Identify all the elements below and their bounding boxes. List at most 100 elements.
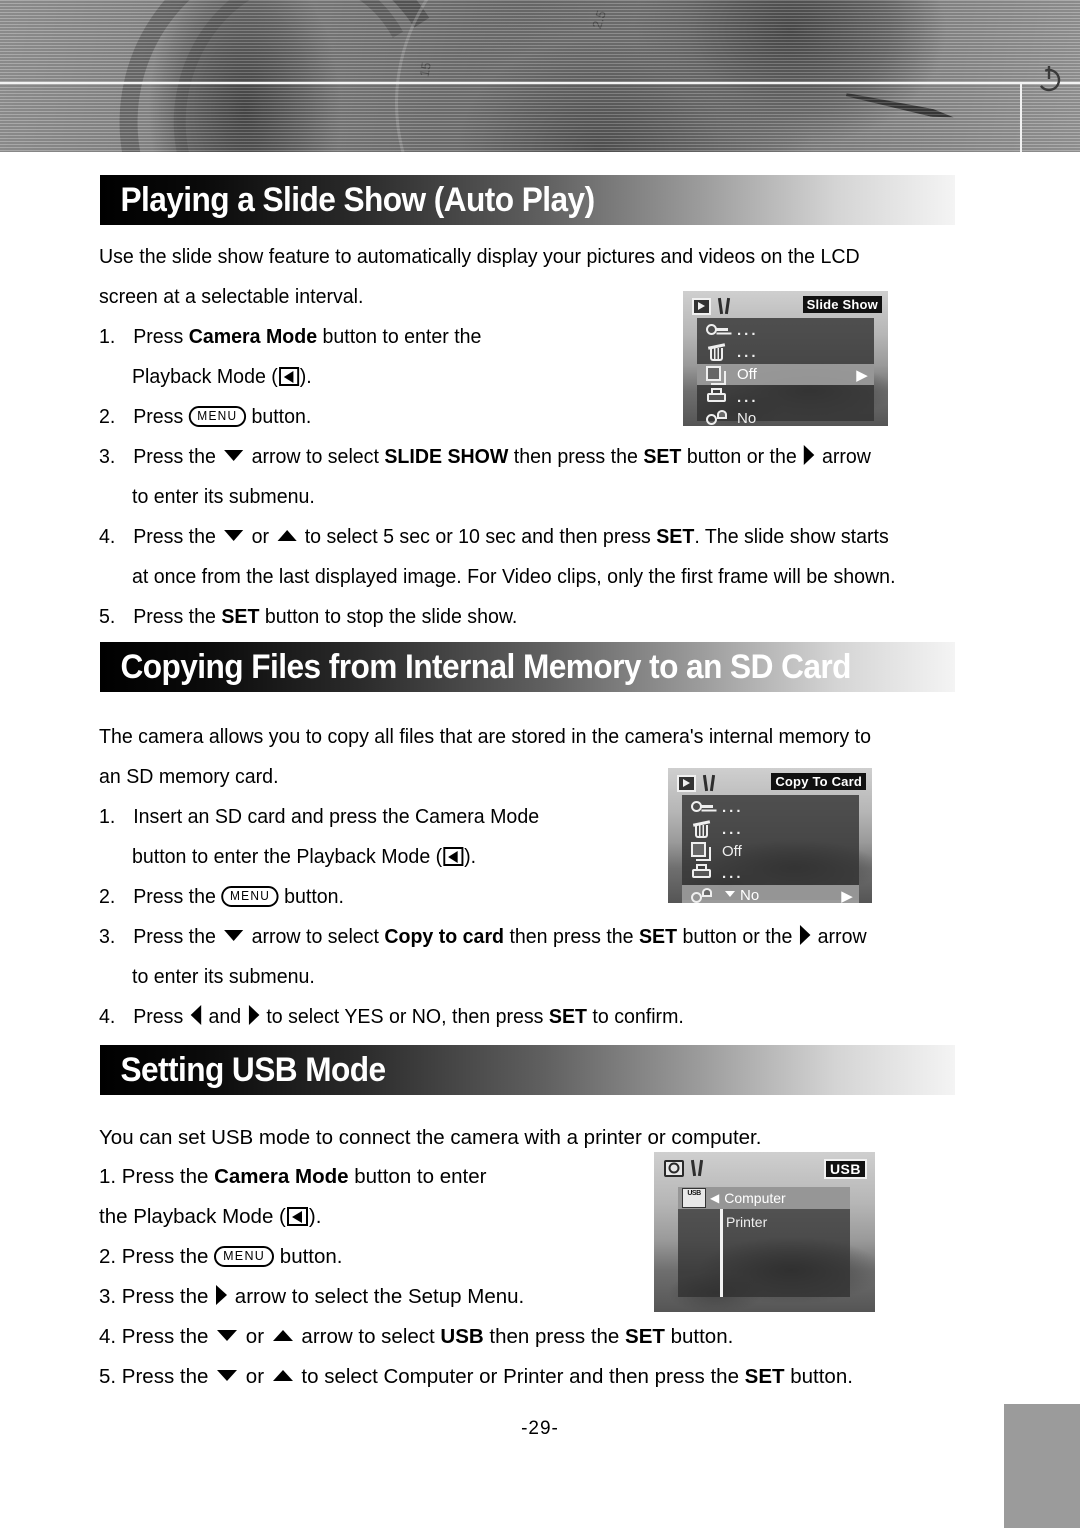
- key-icon: [706, 320, 728, 340]
- list-item: button to enter the Playback Mode ().: [132, 837, 476, 877]
- list-item: 2. Press the MENU button.: [99, 1237, 343, 1277]
- lcd-title-label: Copy To Card: [771, 773, 866, 790]
- lens-arc-3: [395, 0, 871, 152]
- left-arrow-icon: [190, 1005, 202, 1025]
- lcd-tab-row: [664, 1159, 707, 1177]
- list-number: 4.: [99, 1005, 116, 1028]
- step-text: Press the arrow to select SLIDE SHOW the…: [133, 445, 871, 468]
- up-arrow-icon: [272, 1330, 293, 1341]
- lcd-menu-panel: ... ... Off ▶ ... No: [697, 318, 874, 426]
- lcd-menu-row[interactable]: ...: [697, 320, 874, 340]
- wrench-icon[interactable]: [716, 297, 734, 315]
- row-value: ...: [722, 864, 744, 882]
- step-text: 3. Press the arrow to select the Setup M…: [99, 1285, 525, 1308]
- usb-panel-divider: [720, 1209, 723, 1297]
- list-number: 4.: [99, 525, 116, 548]
- usb-icon: USB: [682, 1188, 706, 1208]
- row-value: Off: [722, 842, 742, 860]
- list-number: 2.: [99, 405, 116, 428]
- header-vertical-rule: [1020, 82, 1022, 152]
- step-text: Press MENU button.: [133, 405, 312, 428]
- list-item: 3. Press the arrow to select SLIDE SHOW …: [99, 437, 871, 477]
- camera-icon[interactable]: [664, 1159, 684, 1177]
- usb-badge: USB: [823, 1159, 867, 1179]
- intro-line: The camera allows you to copy all files …: [99, 725, 871, 748]
- power-icon: [1037, 66, 1061, 92]
- menu-button-icon: MENU: [188, 406, 247, 427]
- lcd-menu-row[interactable]: ...: [682, 797, 859, 817]
- row-icon: [682, 841, 722, 861]
- section-heading-usb-mode: Setting USB Mode: [100, 1045, 955, 1095]
- row-value: ...: [722, 820, 744, 838]
- step-text: 4. Press the or arrow to select USB then…: [99, 1325, 734, 1348]
- playback-tab-icon[interactable]: [692, 297, 711, 315]
- lcd-screenshot-slide-show: Slide Show ... ... Off ▶ ... No: [683, 291, 888, 426]
- usb-option-row[interactable]: Printer: [678, 1211, 850, 1233]
- lcd-menu-panel: ... ... Off ... No ▶: [682, 795, 859, 903]
- left-arrow-icon: ◀: [710, 1191, 720, 1205]
- list-item: 5. Press the or to select Computer or Pr…: [99, 1357, 853, 1397]
- row-value: No: [722, 887, 835, 903]
- row-icon: [682, 863, 722, 883]
- list-item: 4. Press the or arrow to select USB then…: [99, 1317, 733, 1357]
- copy-icon: [691, 886, 713, 904]
- lcd-menu-row[interactable]: ...: [697, 387, 874, 407]
- step-text: Press the or to select 5 sec or 10 sec a…: [133, 525, 889, 548]
- playback-mode-icon: [443, 847, 464, 866]
- row-icon: [697, 342, 737, 362]
- row-value: No: [737, 409, 757, 427]
- row-icon: [697, 320, 737, 340]
- lcd-menu-row[interactable]: ...: [682, 819, 859, 839]
- playback-mode-icon: [286, 1207, 308, 1226]
- row-arrow-icon: ▶: [856, 366, 868, 384]
- list-item: 1. Press the Camera Mode button to enter: [99, 1157, 486, 1197]
- lcd-menu-row[interactable]: ...: [697, 342, 874, 362]
- lcd-title-label: Slide Show: [802, 296, 882, 313]
- lcd-menu-row-selected[interactable]: Off ▶: [697, 364, 874, 385]
- list-item: 5. Press the SET button to stop the slid…: [99, 597, 517, 637]
- step-text: 5. Press the or to select Computer or Pr…: [99, 1365, 853, 1388]
- wrench-icon[interactable]: [701, 774, 719, 792]
- slideshow-icon: [691, 841, 713, 861]
- down-arrow-icon: [224, 930, 244, 941]
- lcd-menu-row[interactable]: No: [697, 408, 874, 426]
- list-item: 1. Press Camera Mode button to enter the: [99, 317, 481, 357]
- page-corner-tab: [1004, 1404, 1080, 1528]
- list-item: the Playback Mode ().: [99, 1197, 321, 1237]
- list-number: 2.: [99, 885, 116, 908]
- header-horizontal-rule: [0, 82, 1080, 84]
- step-text: Insert an SD card and press the Camera M…: [133, 805, 540, 828]
- lcd-menu-row[interactable]: Off: [682, 841, 859, 861]
- slideshow-icon: [706, 365, 728, 385]
- usb-selected-row[interactable]: USB ◀ Computer: [678, 1187, 850, 1209]
- wrench-icon[interactable]: [689, 1159, 707, 1177]
- trash-icon: [691, 819, 713, 839]
- row-icon: [682, 797, 722, 817]
- lcd-menu-row[interactable]: ...: [682, 863, 859, 883]
- step-text: 2. Press the MENU button.: [99, 1245, 343, 1268]
- playback-tab-icon[interactable]: [677, 774, 696, 792]
- playback-mode-icon: [278, 367, 299, 386]
- step-text: the Playback Mode ().: [99, 1205, 322, 1228]
- list-item: 4. Press and to select YES or NO, then p…: [99, 997, 684, 1037]
- list-item: at once from the last displayed image. F…: [132, 565, 896, 588]
- row-icon: USB: [678, 1188, 710, 1208]
- step-text: Press and to select YES or NO, then pres…: [133, 1005, 684, 1028]
- down-arrow-icon: [217, 1330, 238, 1341]
- down-arrow-icon: [725, 891, 735, 897]
- list-item: 3. Press the arrow to select the Setup M…: [99, 1277, 524, 1317]
- list-number: 1.: [99, 325, 116, 348]
- usb-option-printer: Printer: [726, 1214, 768, 1230]
- lcd-menu-row-selected[interactable]: No ▶: [682, 885, 859, 903]
- list-item: to enter its submenu.: [132, 965, 315, 988]
- step-text: Press the SET button to stop the slide s…: [133, 605, 518, 628]
- down-arrow-icon: [217, 1370, 238, 1381]
- lcd-screenshot-usb: USB USB ◀ Computer Printer: [654, 1152, 875, 1312]
- intro-line: an SD memory card.: [99, 765, 279, 788]
- menu-button-icon: MENU: [221, 886, 279, 907]
- camera-lens-photo: 2.5 15: [0, 0, 1080, 152]
- list-item: to enter its submenu.: [132, 485, 315, 508]
- list-number: 1.: [99, 805, 116, 828]
- row-value: ...: [722, 798, 744, 816]
- down-arrow-icon: [224, 530, 244, 541]
